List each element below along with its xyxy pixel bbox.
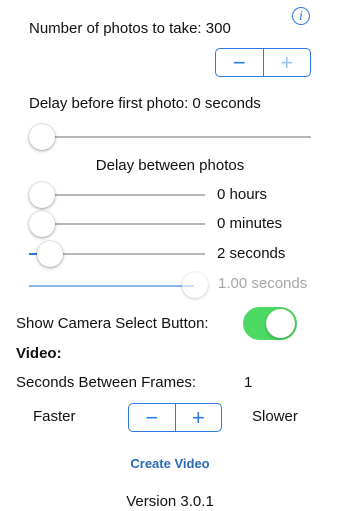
photos-stepper[interactable]: − +: [215, 48, 311, 77]
faster-label: Faster: [33, 408, 76, 425]
slower-label: Slower: [252, 408, 298, 425]
info-icon[interactable]: i: [292, 7, 310, 25]
toggle-knob: [266, 309, 295, 338]
seconds-between-frames-value: 1: [244, 374, 253, 391]
minutes-slider-track[interactable]: [29, 223, 205, 225]
fraction-slider-thumb[interactable]: [182, 272, 208, 298]
photos-count-label: Number of photos to take: 300: [29, 20, 231, 37]
video-heading: Video:: [16, 345, 62, 362]
delay-first-slider-thumb[interactable]: [29, 124, 55, 150]
frames-decrement-button[interactable]: −: [129, 404, 175, 431]
version-label: Version 3.0.1: [126, 493, 214, 510]
minutes-slider-thumb[interactable]: [29, 211, 55, 237]
delay-first-slider-track[interactable]: [29, 136, 311, 138]
seconds-between-frames-label: Seconds Between Frames:: [16, 374, 197, 391]
seconds-slider-thumb[interactable]: [37, 241, 63, 267]
hours-value-label: 0 hours: [217, 186, 268, 203]
delay-first-label: Delay before first photo: 0 seconds: [29, 95, 261, 112]
minutes-value-label: 0 minutes: [217, 215, 283, 232]
delay-between-title: Delay between photos: [95, 157, 245, 174]
seconds-slider-fill: [29, 253, 37, 255]
frames-stepper[interactable]: − +: [128, 403, 222, 432]
camera-select-toggle[interactable]: [243, 307, 297, 340]
frames-increment-button[interactable]: +: [174, 404, 222, 431]
seconds-value-label: 2 seconds: [217, 245, 286, 262]
photos-increment-button[interactable]: +: [262, 49, 311, 76]
fraction-value-label: 1.00 seconds: [218, 275, 308, 292]
create-video-button[interactable]: Create Video: [0, 456, 340, 471]
fraction-slider-track[interactable]: [29, 285, 194, 287]
camera-select-label: Show Camera Select Button:: [16, 315, 209, 332]
hours-slider-track[interactable]: [29, 194, 205, 196]
hours-slider-thumb[interactable]: [29, 182, 55, 208]
photos-decrement-button[interactable]: −: [216, 49, 263, 76]
